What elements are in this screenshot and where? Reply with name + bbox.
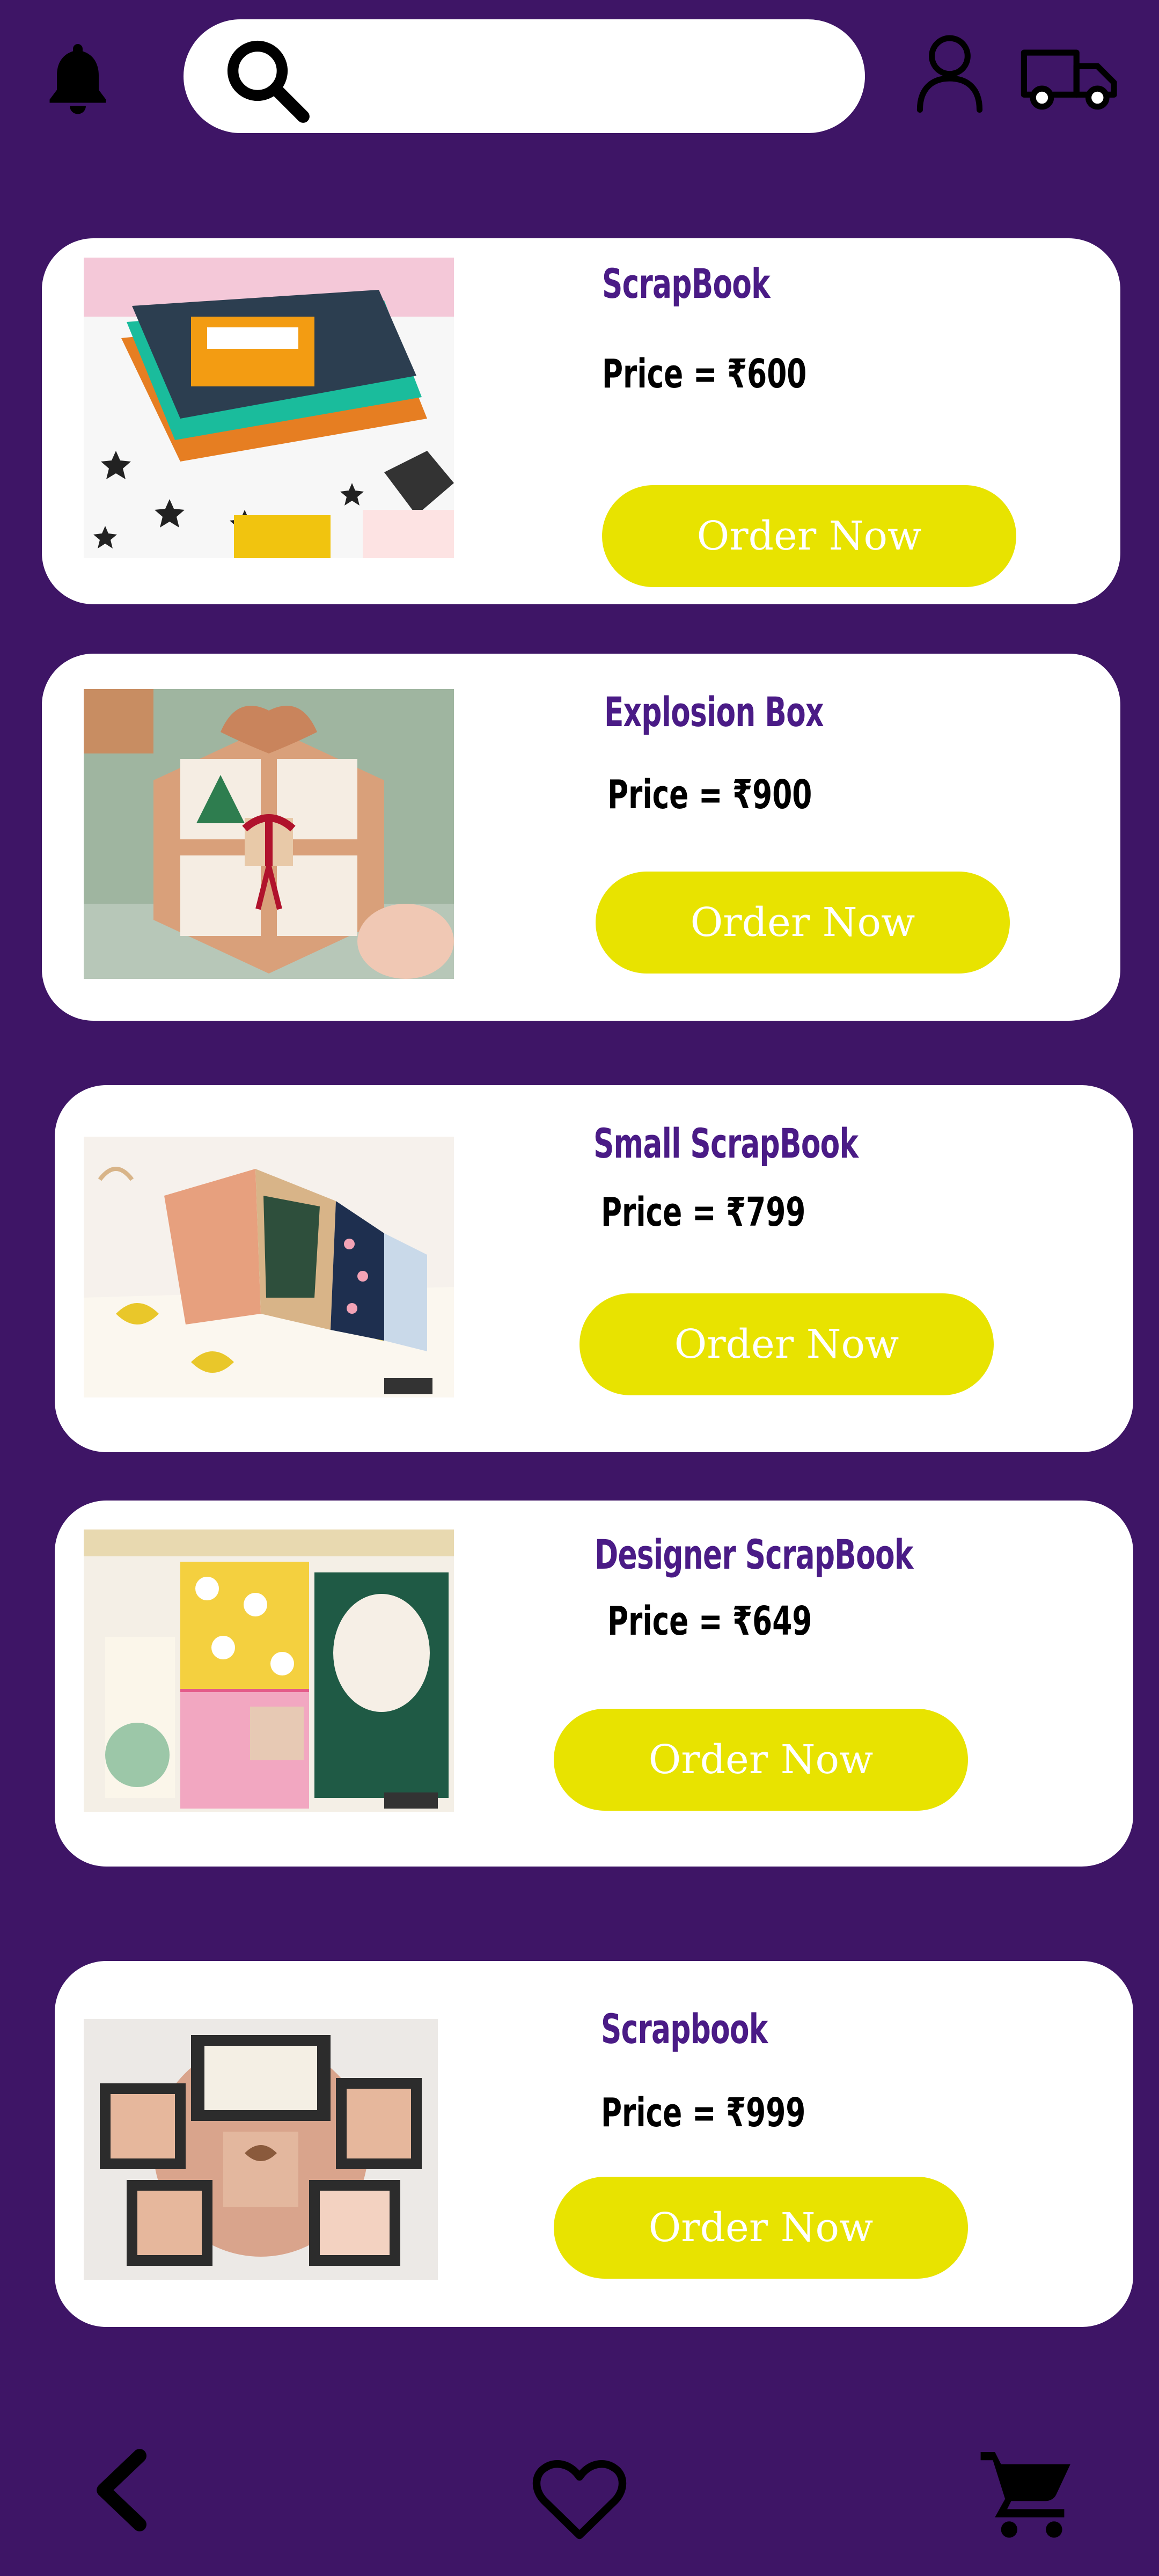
price-label: Price = bbox=[602, 351, 717, 397]
search-input[interactable] bbox=[328, 41, 835, 112]
favorites-button[interactable] bbox=[531, 2458, 628, 2544]
currency-symbol: ₹ bbox=[726, 1189, 746, 1235]
product-card: ScrapBook Price = ₹600 Order Now bbox=[42, 238, 1120, 604]
price-value: 999 bbox=[746, 2090, 806, 2136]
delivery-button[interactable] bbox=[1019, 38, 1121, 113]
product-image bbox=[84, 689, 454, 979]
product-title: ScrapBook bbox=[602, 260, 771, 308]
price-label: Price = bbox=[607, 1598, 723, 1644]
cart-button[interactable] bbox=[977, 2442, 1079, 2544]
heart-icon bbox=[532, 2460, 627, 2540]
product-image bbox=[84, 1529, 454, 1812]
price-label: Price = bbox=[601, 1189, 716, 1235]
bell-icon bbox=[49, 44, 106, 114]
price-value: 649 bbox=[752, 1598, 812, 1644]
price-label: Price = bbox=[601, 2090, 716, 2136]
search-bar[interactable] bbox=[184, 19, 865, 133]
product-title: Small ScrapBook bbox=[593, 1119, 859, 1167]
product-image bbox=[84, 1137, 454, 1397]
account-button[interactable] bbox=[912, 32, 987, 113]
currency-symbol: ₹ bbox=[726, 2090, 746, 2136]
search-icon[interactable] bbox=[221, 34, 312, 126]
order-now-button[interactable]: Order Now bbox=[554, 2177, 968, 2279]
user-icon bbox=[916, 35, 983, 113]
product-title: Scrapbook bbox=[601, 2005, 768, 2053]
order-now-button[interactable]: Order Now bbox=[602, 485, 1016, 587]
product-price: Price = ₹600 bbox=[602, 351, 806, 397]
cart-icon bbox=[980, 2452, 1070, 2538]
price-value: 600 bbox=[747, 351, 807, 397]
product-price: Price = ₹999 bbox=[601, 2090, 805, 2136]
truck-icon bbox=[1021, 49, 1117, 110]
order-now-button[interactable]: Order Now bbox=[554, 1709, 968, 1811]
product-image bbox=[84, 258, 454, 558]
currency-symbol: ₹ bbox=[727, 351, 747, 397]
product-card: Small ScrapBook Price = ₹799 Order Now bbox=[55, 1085, 1133, 1452]
currency-symbol: ₹ bbox=[732, 1598, 753, 1644]
chevron-left-icon bbox=[97, 2449, 146, 2531]
price-label: Price = bbox=[607, 772, 723, 818]
product-price: Price = ₹649 bbox=[607, 1598, 812, 1644]
price-value: 799 bbox=[746, 1189, 806, 1235]
price-value: 900 bbox=[752, 772, 812, 818]
notifications-button[interactable] bbox=[38, 38, 118, 118]
product-image bbox=[84, 2019, 438, 2280]
product-card: Explosion Box Price = ₹900 Order Now bbox=[42, 654, 1120, 1021]
product-title: Designer ScrapBook bbox=[595, 1531, 913, 1578]
order-now-button[interactable]: Order Now bbox=[580, 1293, 994, 1395]
product-price: Price = ₹900 bbox=[607, 772, 812, 818]
back-button[interactable] bbox=[86, 2447, 156, 2533]
order-now-button[interactable]: Order Now bbox=[596, 872, 1010, 974]
product-title: Explosion Box bbox=[604, 688, 824, 736]
product-price: Price = ₹799 bbox=[601, 1189, 805, 1235]
currency-symbol: ₹ bbox=[732, 772, 753, 818]
product-card: Scrapbook Price = ₹999 Order Now bbox=[55, 1961, 1133, 2327]
product-card: Designer ScrapBook Price = ₹649 Order No… bbox=[55, 1501, 1133, 1867]
